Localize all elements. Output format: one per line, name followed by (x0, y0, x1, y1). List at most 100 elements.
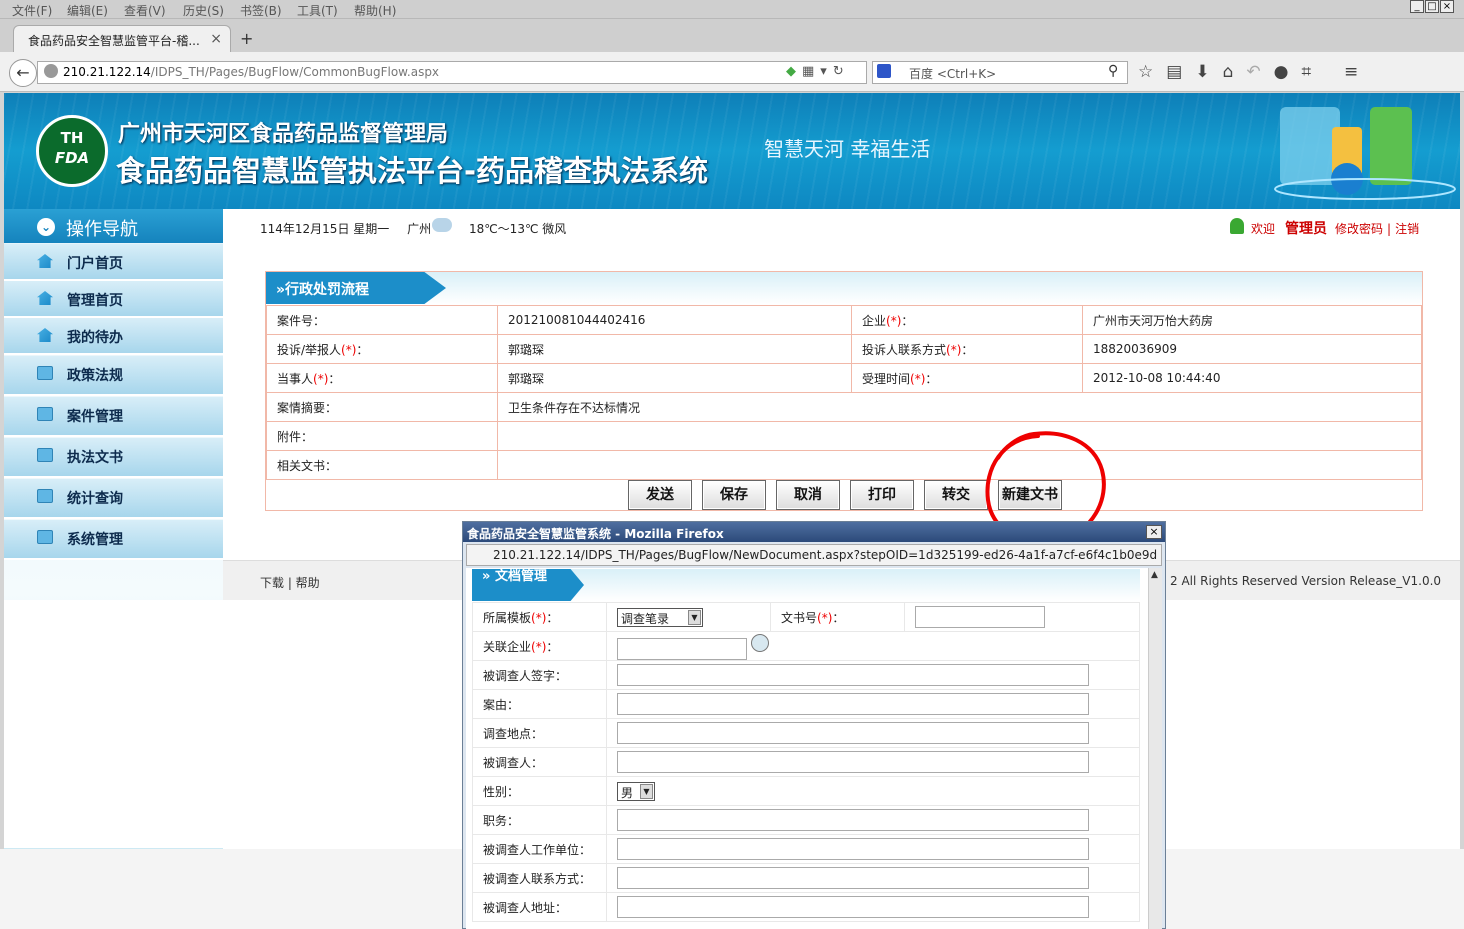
sidebar-item-statistics[interactable]: 统计查询 (4, 479, 223, 519)
browser-tab[interactable]: 食品药品安全智慧监管平台-稽... × (13, 25, 231, 53)
company-input[interactable] (617, 638, 747, 660)
position-input[interactable] (617, 809, 1089, 831)
window-controls: _ □ × (1410, 0, 1454, 14)
search-input[interactable]: 百度 <Ctrl+K> (872, 61, 1128, 84)
field-label: 案由： (472, 689, 607, 719)
home-icon[interactable]: ⌂ (1223, 62, 1234, 82)
required-mark: (*) (946, 342, 962, 357)
menu-view[interactable]: 查看(V) (124, 2, 166, 19)
popup-url-text: 210.21.122.14/IDPS_TH/Pages/BugFlow/NewD… (493, 548, 1158, 562)
site-identity-icon[interactable] (44, 64, 58, 78)
field-label: 被调查人工作单位： (472, 834, 607, 864)
table-row: 案情摘要： 卫生条件存在不达标情况 (266, 392, 1422, 422)
undo-icon[interactable]: ↶ (1246, 62, 1260, 82)
table-row: 被调查人地址： (472, 892, 1140, 922)
send-button[interactable]: 发送 (628, 480, 692, 510)
menu-file[interactable]: 文件(F) (12, 2, 52, 19)
maximize-icon[interactable]: □ (1425, 0, 1439, 13)
field-cell (606, 747, 1140, 777)
folder-icon (37, 489, 53, 503)
browser-toolbar-icons: ☆ ▤ ⬇ ⌂ ↶ ● ⌗ ≡ (1138, 62, 1358, 82)
sidebar-item-documents[interactable]: 执法文书 (4, 438, 223, 478)
location-input[interactable] (617, 722, 1089, 744)
sidebar-item-cases[interactable]: 案件管理 (4, 397, 223, 437)
doc-panel-title: » 文档管理 (472, 569, 584, 601)
cause-input[interactable] (617, 693, 1089, 715)
table-row: 调查地点： (472, 718, 1140, 748)
chat-icon[interactable]: ● (1274, 62, 1289, 82)
collapse-icon[interactable]: ⌄ (37, 218, 55, 236)
overflow-icon[interactable]: ≡ (1344, 62, 1358, 82)
case-no-label: 案件号： (266, 305, 498, 335)
table-row: 相关文书： (266, 450, 1422, 480)
summary-label: 案情摘要： (266, 392, 498, 422)
shield-icon[interactable]: ◆ (786, 64, 796, 79)
search-engine-icon[interactable] (877, 64, 891, 78)
popup-close-icon[interactable]: × (1146, 525, 1162, 539)
field-cell (606, 718, 1140, 748)
menu-help[interactable]: 帮助(H) (354, 2, 396, 19)
magnifier-icon[interactable] (751, 634, 769, 652)
field-label: 职务： (472, 805, 607, 835)
required-mark: (*) (531, 639, 547, 654)
docno-input[interactable] (915, 606, 1045, 628)
menu-edit[interactable]: 编辑(E) (67, 2, 108, 19)
table-row: 性别： 男 ▼ (472, 776, 1140, 806)
save-button[interactable]: 保存 (702, 480, 766, 510)
doc-title-text: 文档管理 (494, 569, 547, 584)
qr-code-icon[interactable]: ▦ (802, 64, 814, 79)
label-text: 文书号 (781, 610, 818, 625)
sidebar-item-label: 门户首页 (67, 256, 123, 272)
tab-close-icon[interactable]: × (210, 31, 222, 47)
signature-input[interactable] (617, 664, 1089, 686)
field-label: 被调查人签字： (472, 660, 607, 690)
sidebar-item-portal[interactable]: 门户首页 (4, 244, 223, 281)
address-bar[interactable]: 210.21.122.14/IDPS_TH/Pages/BugFlow/Comm… (37, 61, 867, 84)
print-button[interactable]: 打印 (850, 480, 914, 510)
search-icon[interactable]: ⚲ (1108, 63, 1118, 79)
field-label: 被调查人： (472, 747, 607, 777)
menu-tools[interactable]: 工具(T) (297, 2, 338, 19)
change-password-link[interactable]: 修改密码 (1335, 222, 1383, 236)
menu-bookmarks[interactable]: 书签(B) (240, 2, 282, 19)
sidebar-item-todo[interactable]: 我的待办 (4, 318, 223, 355)
case-no-value: 201210081044402416 (497, 305, 852, 335)
welcome-text: 欢迎 (1251, 222, 1276, 236)
menu-history[interactable]: 历史(S) (183, 2, 224, 19)
bookmark-star-icon[interactable]: ☆ (1138, 62, 1153, 82)
menu-bar: 文件(F) 编辑(E) 查看(V) 历史(S) 书签(B) 工具(T) 帮助(H… (0, 0, 1464, 19)
sidebar-item-admin-home[interactable]: 管理首页 (4, 281, 223, 318)
dropdown-icon[interactable]: ▾ (820, 64, 827, 79)
contact-value: 18820036909 (1082, 334, 1422, 364)
popup-scrollbar[interactable]: ▲ (1148, 568, 1162, 929)
city: 广州 (407, 222, 432, 236)
sidebar-item-policy[interactable]: 政策法规 (4, 356, 223, 396)
close-icon[interactable]: × (1440, 0, 1454, 13)
reload-icon[interactable]: ↻ (833, 64, 844, 79)
docno-label: 文书号(*)： (770, 602, 905, 632)
sidebar-item-system[interactable]: 系统管理 (4, 520, 223, 560)
workplace-input[interactable] (617, 838, 1089, 860)
sidebar-item-label: 案件管理 (67, 409, 123, 425)
download-icon[interactable]: ⬇ (1195, 62, 1209, 82)
search-placeholder: 百度 <Ctrl+K> (909, 67, 997, 81)
party-label: 当事人(*)： (266, 363, 498, 393)
contact-input[interactable] (617, 867, 1089, 889)
popup-address-bar[interactable]: 210.21.122.14/IDPS_TH/Pages/BugFlow/NewD… (466, 544, 1162, 566)
reading-list-icon[interactable]: ▤ (1166, 62, 1182, 82)
crop-icon[interactable]: ⌗ (1301, 62, 1311, 82)
new-tab-icon[interactable]: + (240, 29, 253, 48)
footer-links[interactable]: 下载 | 帮助 (260, 574, 320, 591)
logout-link[interactable]: 注销 (1395, 222, 1419, 236)
minimize-icon[interactable]: _ (1410, 0, 1424, 13)
gender-select[interactable]: 男 ▼ (617, 781, 655, 801)
tab-title: 食品药品安全智慧监管平台-稽... (28, 34, 200, 48)
scroll-up-icon[interactable]: ▲ (1151, 570, 1158, 580)
address-input[interactable] (617, 896, 1089, 918)
related-docs-value (497, 450, 1422, 480)
back-button[interactable]: ← (9, 59, 37, 87)
cancel-button[interactable]: 取消 (776, 480, 840, 510)
template-select[interactable]: 调查笔录 ▼ (617, 607, 703, 627)
respondent-input[interactable] (617, 751, 1089, 773)
template-value: 调查笔录 (621, 611, 670, 626)
